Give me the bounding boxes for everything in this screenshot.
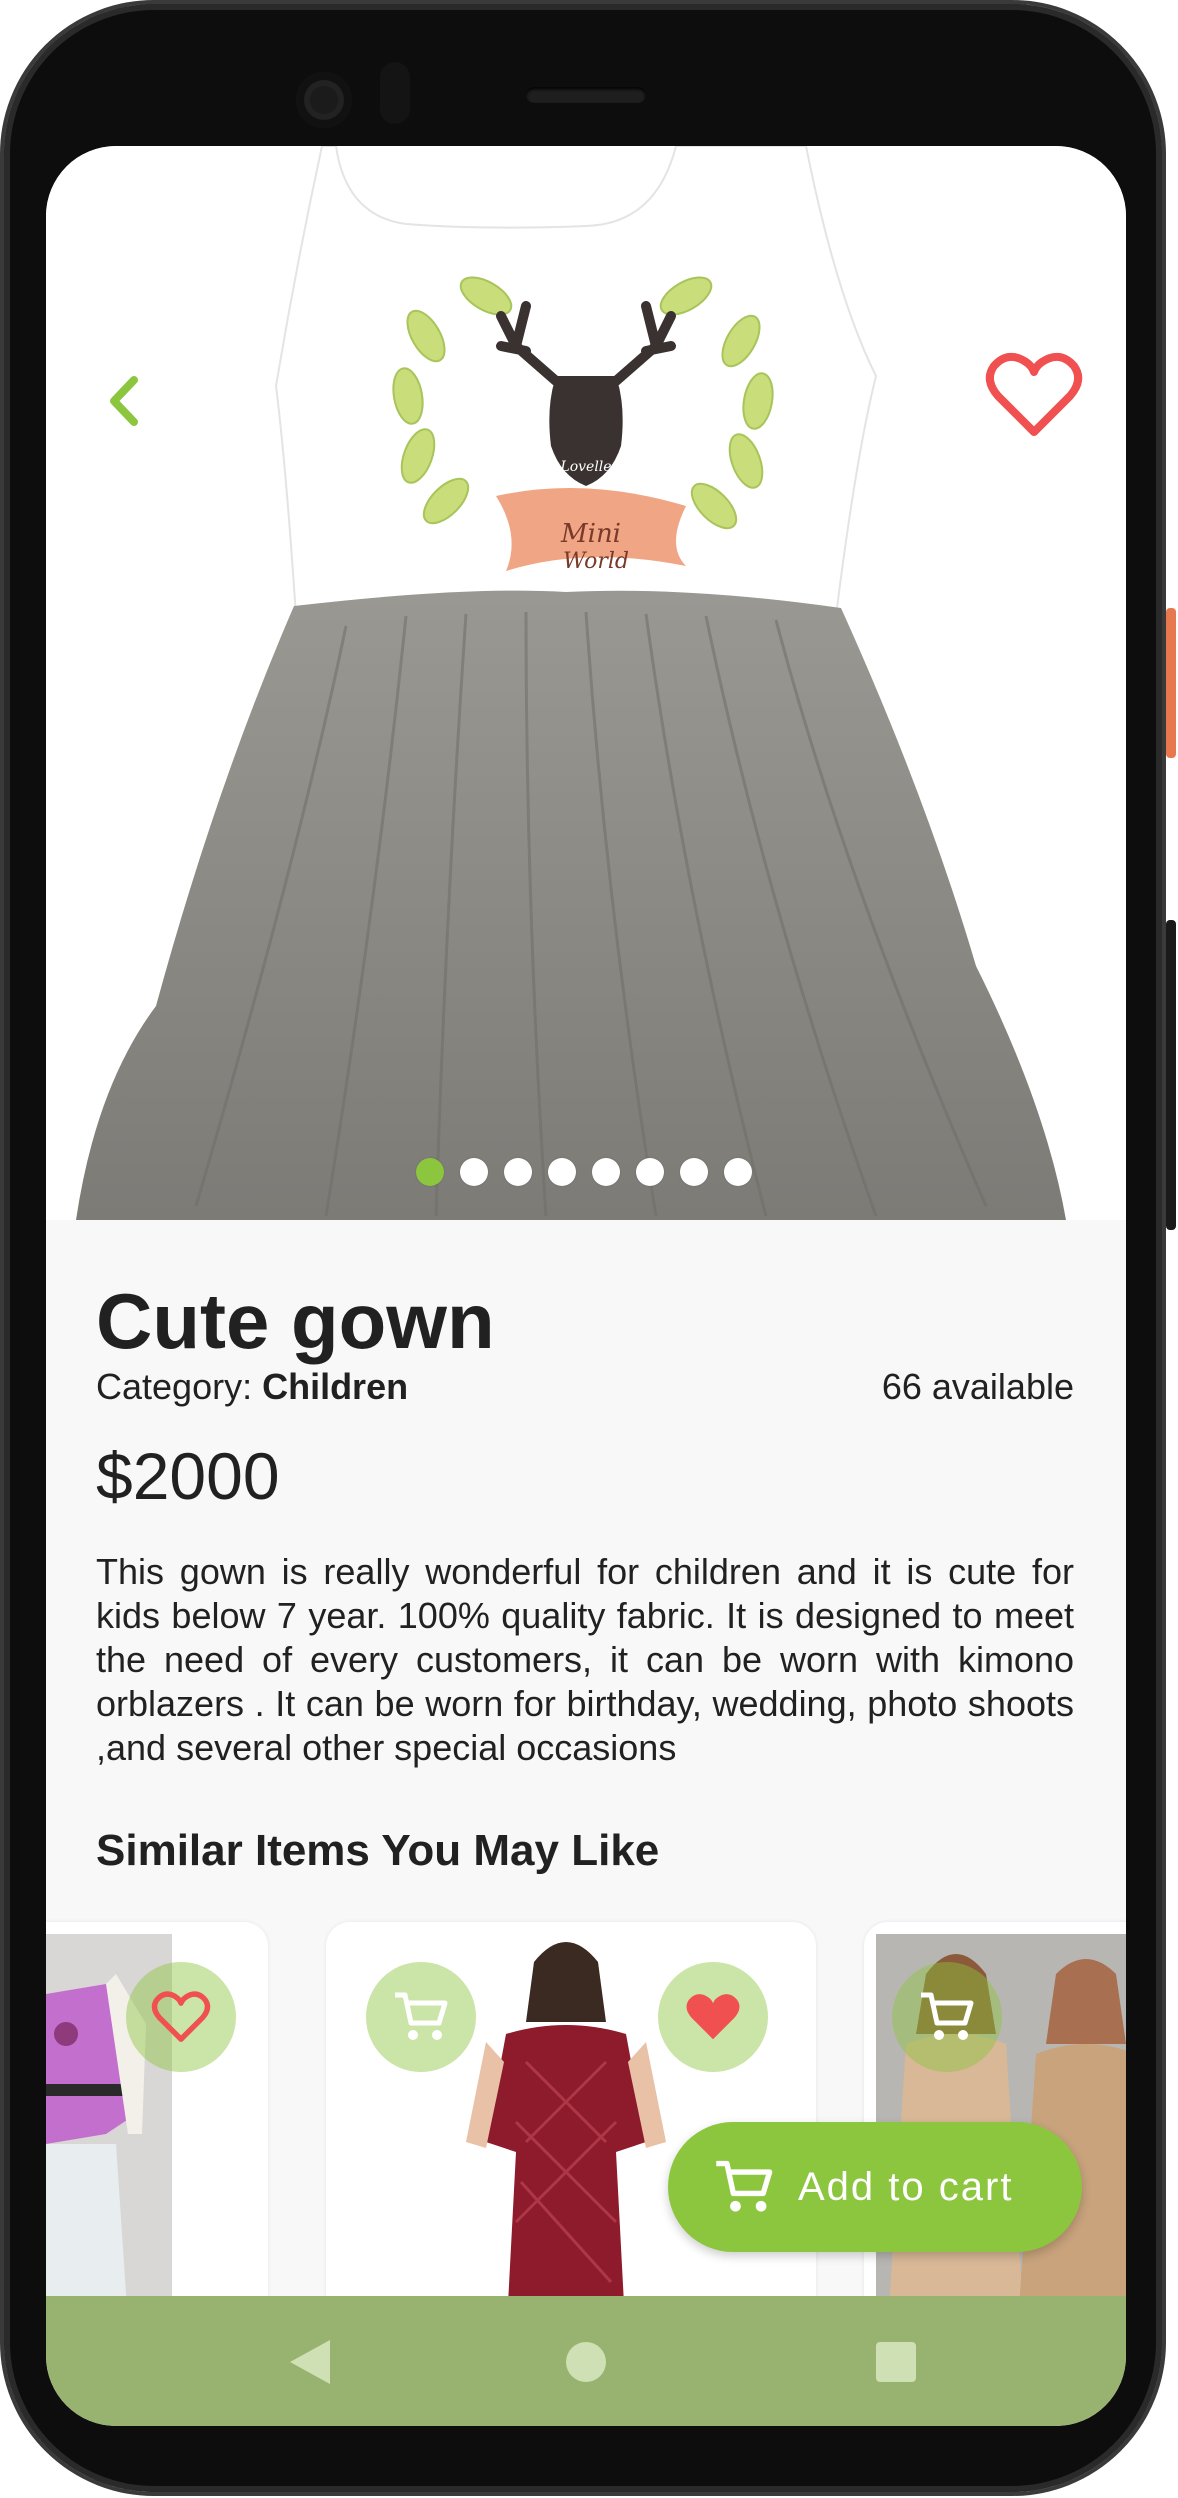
product-category: Category: Children [96, 1366, 408, 1408]
heart-outline-icon [985, 352, 1083, 436]
heart-filled-icon [686, 1994, 740, 2040]
nav-icons [290, 2340, 916, 2384]
product-title: Cute gown [96, 1277, 495, 1365]
favorite-toggle[interactable] [126, 1962, 236, 2072]
product-price: $2000 [96, 1439, 280, 1513]
print-text-world: World [563, 549, 629, 574]
product-image-carousel[interactable]: Mini World Lovelle [46, 146, 1126, 1220]
carousel-dot[interactable] [548, 1158, 576, 1186]
favorite-button[interactable] [984, 350, 1084, 440]
category-value: Children [262, 1366, 409, 1407]
carousel-dot[interactable] [680, 1158, 708, 1186]
carousel-dot[interactable] [460, 1158, 488, 1186]
add-to-cart-button[interactable] [892, 1962, 1002, 2072]
similar-item-card[interactable] [46, 1922, 268, 2342]
add-to-cart-label: Add to cart [798, 2164, 1014, 2209]
system-navigation-bar [46, 2296, 1126, 2426]
nav-recents-icon[interactable] [876, 2342, 916, 2382]
favorite-toggle[interactable] [658, 1962, 768, 2072]
back-button[interactable] [94, 366, 154, 436]
nav-back-icon[interactable] [290, 2340, 330, 2384]
cart-icon [395, 1992, 448, 2040]
product-description: This gown is really wonderful for childr… [96, 1551, 1074, 1768]
proximity-sensor [380, 62, 410, 124]
print-text-mini: Mini [560, 519, 621, 549]
front-camera [296, 72, 352, 128]
heart-outline-icon [151, 1991, 211, 2042]
cart-icon [921, 1992, 974, 2040]
carousel-dot[interactable] [592, 1158, 620, 1186]
carousel-dot[interactable] [504, 1158, 532, 1186]
add-to-cart-fab[interactable]: Add to cart [668, 2122, 1082, 2252]
category-label: Category: [96, 1366, 263, 1407]
stock-count: 66 available [881, 1366, 1074, 1407]
carousel-dot[interactable] [416, 1158, 444, 1186]
nav-home-icon[interactable] [566, 2342, 606, 2382]
app-screen: Mini World Lovelle Cute gown Category: C… [46, 146, 1126, 2426]
carousel-indicator [416, 1158, 752, 1186]
similar-items-heading: Similar Items You May Like [96, 1826, 660, 1875]
power-button [1166, 608, 1176, 758]
print-text-brand: Lovelle [559, 459, 611, 475]
cart-icon [716, 2160, 773, 2212]
earpiece-speaker [526, 87, 646, 103]
chevron-left-icon [110, 376, 138, 426]
carousel-dot[interactable] [636, 1158, 664, 1186]
volume-button [1166, 920, 1176, 1230]
carousel-dot[interactable] [724, 1158, 752, 1186]
add-to-cart-button[interactable] [366, 1962, 476, 2072]
product-image: Mini World Lovelle [76, 146, 1066, 1220]
